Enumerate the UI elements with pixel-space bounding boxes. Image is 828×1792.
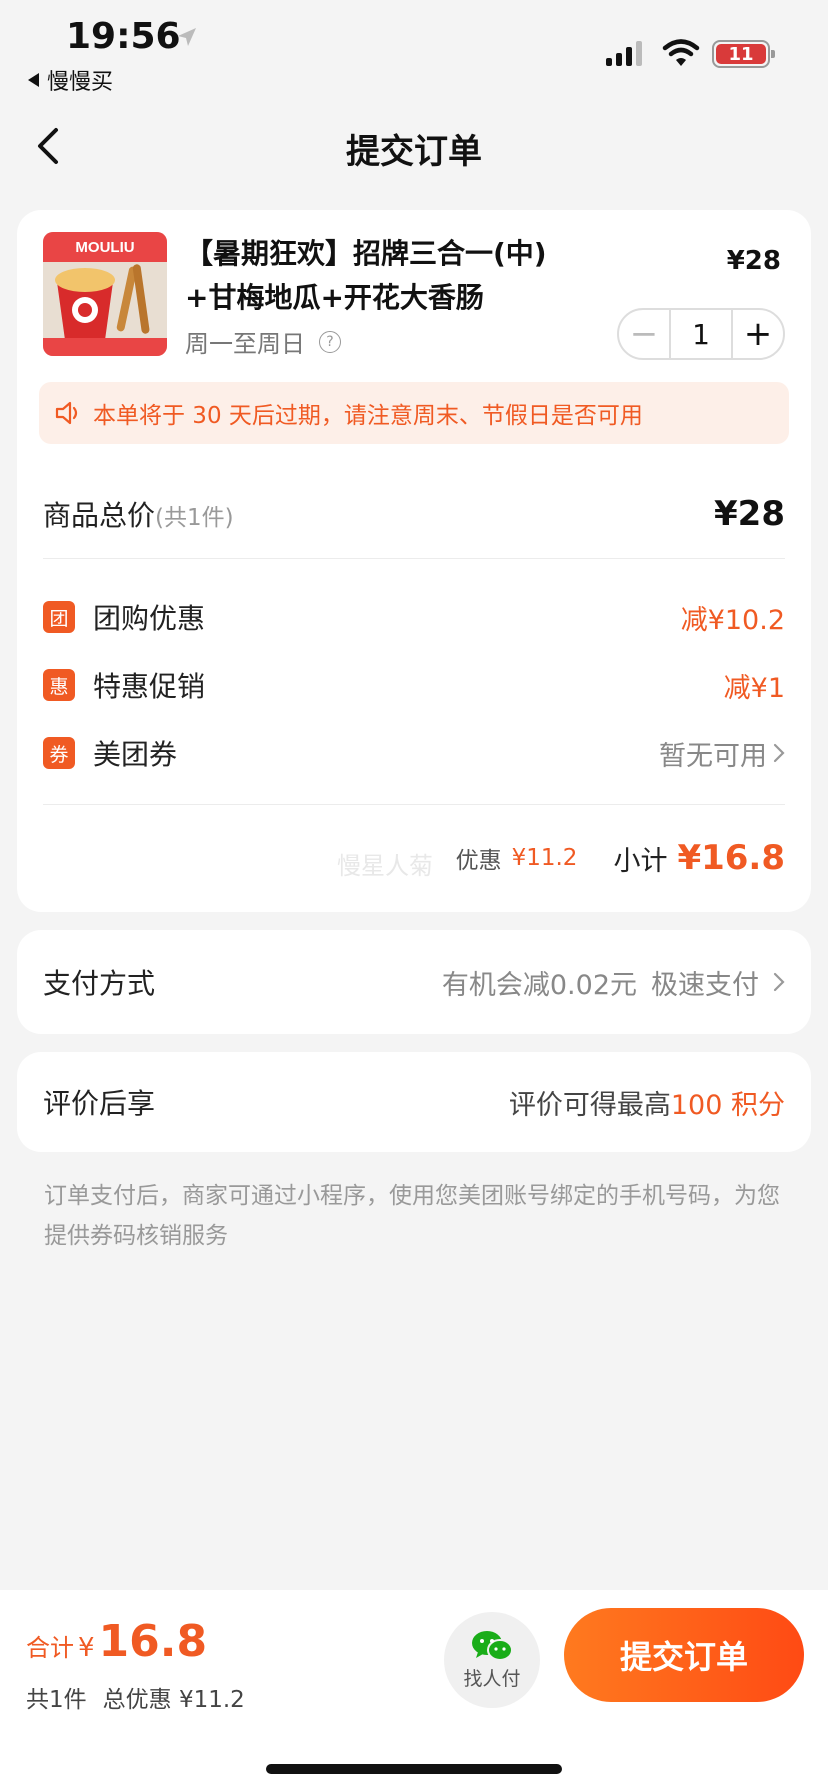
product-image-brand: MOULIU (75, 239, 134, 256)
grand-total: 合计 ¥ 16.8 (26, 1616, 207, 1667)
watermark: 慢星人菊 (337, 852, 433, 880)
quantity-value[interactable]: 1 (671, 310, 731, 358)
coupon-badge-icon: 券 (43, 737, 75, 769)
product-name-line1: 【暑期狂欢】招牌三合一(中) (185, 237, 547, 270)
grand-total-label: 合计 (26, 1634, 74, 1662)
groupbuy-badge-icon: 团 (43, 601, 75, 633)
goods-total-label: 商品总价 (43, 499, 156, 532)
chevron-right-icon (773, 972, 785, 992)
divider (43, 804, 785, 805)
discount-value: 减¥1 (723, 672, 785, 704)
product-image[interactable]: MOULIU (43, 232, 167, 356)
review-label: 评价后享 (43, 1087, 156, 1120)
availability-text: 周一至周日 (185, 330, 305, 358)
back-app-label: 慢慢买 (47, 70, 114, 95)
discount-label: 特惠促销 (93, 670, 206, 703)
discount-row-promotion: 惠 特惠促销 减¥1 (43, 660, 785, 710)
notice-text: 本单将于 30 天后过期，请注意周末、节假日是否可用 (93, 403, 643, 429)
discount-row-groupbuy: 团 团购优惠 减¥10.2 (43, 592, 785, 642)
payment-offer: 有机会减0.02元 (441, 969, 637, 1001)
friend-pay-label: 找人付 (463, 1667, 521, 1690)
payment-label: 支付方式 (43, 967, 156, 1000)
increase-quantity-button[interactable]: + (731, 310, 783, 358)
product-availability: 周一至周日 ? (185, 324, 341, 359)
payment-method: 极速支付 (651, 969, 759, 1001)
discount-row-coupon[interactable]: 券 美团券 暂无可用 (43, 728, 785, 778)
total-discount: 总优惠 ¥11.2 (102, 1687, 245, 1713)
discount-value: 减¥10.2 (680, 604, 785, 636)
item-count: 共1件 (26, 1687, 87, 1713)
checkout-bar: 合计 ¥ 16.8 共1件 总优惠 ¥11.2 找人付 提交订单 (0, 1590, 828, 1792)
back-to-app-link[interactable]: 慢慢买 (28, 64, 113, 96)
subtotal-discount-label: 优惠 (455, 848, 502, 874)
page-title: 提交订单 (346, 132, 482, 172)
goods-count: (共1件) (155, 505, 234, 531)
nav-header: 提交订单 (0, 110, 828, 182)
product-price: ¥28 (726, 246, 781, 276)
summary-line: 共1件 总优惠 ¥11.2 (26, 1680, 245, 1714)
subtotal-row: 优惠 ¥11.2 小计 ¥16.8 (456, 828, 785, 888)
discount-label: 团购优惠 (93, 602, 206, 635)
expiry-notice: 本单将于 30 天后过期，请注意周末、节假日是否可用 (39, 382, 789, 444)
wechat-icon (472, 1630, 513, 1661)
location-arrow-icon (178, 28, 196, 46)
subtotal-discount-value: ¥11.2 (511, 845, 578, 871)
chevron-right-icon (773, 743, 785, 763)
help-question-icon[interactable]: ? (319, 330, 341, 353)
submit-order-button[interactable]: 提交订单 (564, 1608, 804, 1702)
promotion-badge-icon: 惠 (43, 669, 75, 701)
review-text: 评价可得最高 (508, 1089, 671, 1121)
wifi-icon (662, 39, 700, 66)
review-points: 100 积分 (670, 1089, 785, 1121)
battery-icon: 11 (712, 40, 775, 68)
subtotal-value: ¥16.8 (677, 838, 785, 878)
speaker-icon (55, 401, 78, 425)
service-footnote: 订单支付后，商家可通过小程序，使用您美团账号绑定的手机号码，为您提供券码核销服务 (44, 1183, 780, 1249)
product-name: 【暑期狂欢】招牌三合一(中) +甘梅地瓜+开花大香肠 (185, 232, 605, 320)
product-name-line2: +甘梅地瓜+开花大香肠 (185, 281, 484, 314)
grand-total-currency: ¥ (78, 1633, 95, 1663)
quantity-stepper: − 1 + (617, 308, 785, 360)
decrease-quantity-button[interactable]: − (619, 310, 671, 358)
review-reward-card: 评价后享 评价可得最高100 积分 (17, 1052, 811, 1152)
payment-method-card[interactable]: 支付方式 有机会减0.02元 极速支付 (17, 930, 811, 1034)
back-triangle-icon (28, 73, 39, 87)
battery-level: 11 (728, 43, 754, 65)
home-indicator[interactable] (266, 1764, 562, 1774)
goods-total-value: ¥28 (714, 494, 785, 534)
discount-label: 美团券 (93, 738, 178, 771)
subtotal-label: 小计 (613, 845, 668, 877)
friend-pay-button[interactable]: 找人付 (444, 1612, 540, 1708)
divider (43, 558, 785, 559)
status-bar: 19:56 慢慢买 11 (0, 0, 828, 100)
grand-total-amount: 16.8 (98, 1616, 208, 1667)
status-time: 19:56 (66, 16, 181, 57)
goods-total-row: 商品总价(共1件) ¥28 (43, 484, 785, 544)
cellular-signal-icon (606, 40, 642, 66)
coupon-status: 暂无可用 (659, 740, 767, 772)
order-card: MOULIU 【暑期狂欢】招牌三合一(中) +甘梅地瓜+开花大香肠 周一至周日 … (17, 210, 811, 912)
